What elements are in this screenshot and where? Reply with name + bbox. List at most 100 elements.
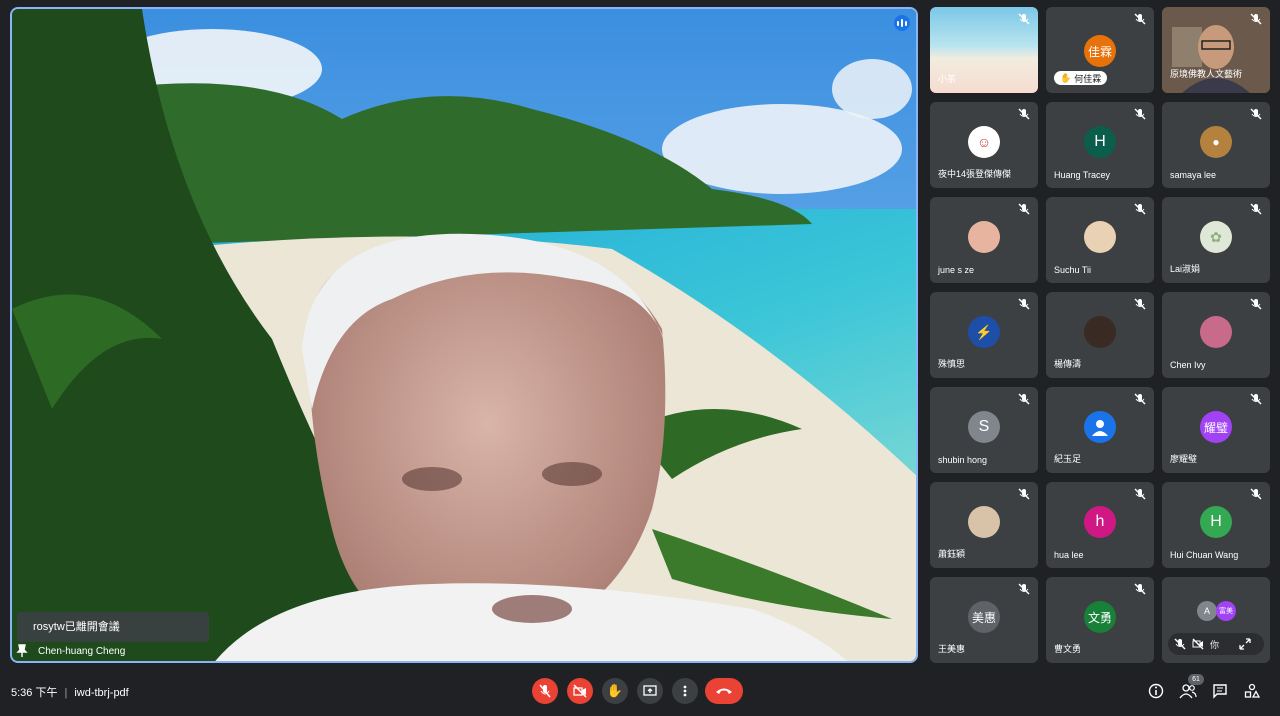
- participant-name: Hui Chuan Wang: [1170, 550, 1239, 560]
- participant-tile[interactable]: 蕭鈺穎: [930, 482, 1038, 568]
- people-icon: [1179, 684, 1197, 699]
- participant-name: june s ze: [938, 265, 975, 275]
- participant-tile[interactable]: Suchu Tii: [1046, 197, 1154, 283]
- participant-name: 殊慎思: [938, 359, 966, 369]
- participant-tile[interactable]: 耀璧 廖耀璧: [1162, 387, 1270, 473]
- participant-name: 夜中14張登傑傳傑: [938, 169, 1012, 179]
- expand-icon[interactable]: [1239, 638, 1251, 650]
- participant-avatar: 佳霖: [1084, 35, 1116, 67]
- participant-tile[interactable]: 文勇 曹文勇: [1046, 577, 1154, 663]
- bottom-control-bar: 5:36 下午 | iwd-tbrj-pdf ✋ 61: [0, 666, 1280, 716]
- present-icon: [643, 685, 657, 696]
- hang-up-icon: [716, 688, 732, 694]
- participant-avatar: ✿: [1200, 221, 1232, 253]
- mic-off-icon: [1018, 583, 1030, 595]
- mic-off-icon: [1018, 13, 1030, 25]
- mic-off-icon: [1018, 108, 1030, 120]
- mic-off-icon: [1250, 488, 1262, 500]
- participant-avatar: H: [1200, 506, 1232, 538]
- participant-tile[interactable]: h hua lee: [1046, 482, 1154, 568]
- activities-button[interactable]: [1243, 682, 1261, 700]
- participant-tile[interactable]: Chen Ivy: [1162, 292, 1270, 378]
- mic-off-icon: [1018, 203, 1030, 215]
- mic-off-icon: [1018, 298, 1030, 310]
- mic-off-icon: [1134, 203, 1146, 215]
- main-speaker-label: Chen-huang Cheng: [16, 642, 125, 660]
- participant-tile[interactable]: june s ze: [930, 197, 1038, 283]
- participant-avatar: [968, 221, 1000, 253]
- person-icon: [1084, 411, 1116, 443]
- participant-tile[interactable]: 小茶: [930, 7, 1038, 93]
- mic-off-icon: [1250, 393, 1262, 405]
- mic-off-icon: [1018, 393, 1030, 405]
- mic-off-icon: [1134, 583, 1146, 595]
- participant-name: hua lee: [1054, 550, 1084, 560]
- mic-off-icon: [1134, 13, 1146, 25]
- pin-icon[interactable]: [16, 644, 28, 658]
- participant-tile[interactable]: ✿ Lai淑娟: [1162, 197, 1270, 283]
- mic-off-icon: [1250, 108, 1262, 120]
- meeting-code: iwd-tbrj-pdf: [74, 687, 129, 699]
- participant-avatar: [1084, 221, 1116, 253]
- participant-name: 紀玉足: [1054, 454, 1082, 464]
- participant-count-badge: 61: [1188, 674, 1204, 685]
- participant-tile[interactable]: H Hui Chuan Wang: [1162, 482, 1270, 568]
- participant-avatar: h: [1084, 506, 1116, 538]
- mic-off-icon: [1018, 488, 1030, 500]
- mic-off-icon[interactable]: [1174, 638, 1186, 650]
- meeting-details-button[interactable]: [1147, 682, 1165, 700]
- participant-tile[interactable]: 美惠 王美惠: [930, 577, 1038, 663]
- main-speaker-name: Chen-huang Cheng: [38, 645, 126, 657]
- present-screen-button[interactable]: [637, 678, 663, 704]
- chat-icon: [1213, 684, 1227, 699]
- participant-name: 廖耀璧: [1170, 454, 1198, 464]
- participant-tile[interactable]: S shubin hong: [930, 387, 1038, 473]
- you-label: 你: [1210, 639, 1220, 650]
- leave-call-button[interactable]: [705, 678, 743, 704]
- participant-tile[interactable]: H Huang Tracey: [1046, 102, 1154, 188]
- participant-name: 蕭鈺穎: [938, 549, 966, 559]
- self-tile[interactable]: A 富美 你: [1162, 577, 1270, 663]
- participant-tile[interactable]: 楊傳濤: [1046, 292, 1154, 378]
- participant-name: 原境佛教人文藝術: [1170, 69, 1243, 79]
- participant-avatar: ⚡: [968, 316, 1000, 348]
- chat-button[interactable]: [1211, 682, 1229, 700]
- raise-hand-button[interactable]: ✋: [602, 678, 628, 704]
- mic-toggle-button[interactable]: [532, 678, 558, 704]
- left-meeting-notification: rosytw已離開會議: [17, 612, 209, 642]
- participant-tile[interactable]: ⚡ 殊慎思: [930, 292, 1038, 378]
- participant-tile[interactable]: 原境佛教人文藝術: [1162, 7, 1270, 93]
- raised-hand-chip: ✋ 何佳霖: [1054, 71, 1108, 85]
- participant-avatar: ●: [1200, 126, 1232, 158]
- more-vert-icon: [683, 685, 687, 697]
- participant-avatar: [1200, 316, 1232, 348]
- mic-off-icon: [1250, 298, 1262, 310]
- participant-name: 小茶: [938, 74, 957, 84]
- participant-name: 王美惠: [938, 644, 966, 654]
- info-icon: [1148, 683, 1164, 699]
- activities-icon: [1244, 683, 1260, 698]
- mic-off-icon: [1134, 108, 1146, 120]
- more-options-button[interactable]: [672, 678, 698, 704]
- camera-off-icon: [573, 684, 587, 698]
- participant-name: Suchu Tii: [1054, 265, 1092, 275]
- speaking-indicator-icon: [894, 15, 910, 31]
- participant-tile[interactable]: ● samaya lee: [1162, 102, 1270, 188]
- participant-avatar: H: [1084, 126, 1116, 158]
- mic-off-icon: [1134, 488, 1146, 500]
- participant-tile[interactable]: ☺ 夜中14張登傑傳傑: [930, 102, 1038, 188]
- camera-toggle-button[interactable]: [567, 678, 593, 704]
- hand-icon: ✋: [1060, 72, 1072, 83]
- self-tile-controls: 你: [1168, 633, 1264, 655]
- participant-avatar: S: [968, 411, 1000, 443]
- participant-name: 楊傳濤: [1054, 359, 1082, 369]
- main-speaker-tile[interactable]: rosytw已離開會議 Chen-huang Cheng: [10, 7, 918, 663]
- participant-tile[interactable]: 紀玉足: [1046, 387, 1154, 473]
- mic-off-icon: [1134, 393, 1146, 405]
- participant-avatar: ☺: [968, 126, 1000, 158]
- hand-icon: ✋: [606, 683, 624, 698]
- participant-avatar: 耀璧: [1200, 411, 1232, 443]
- camera-off-icon[interactable]: [1192, 638, 1204, 650]
- mic-off-icon: [1134, 298, 1146, 310]
- participant-tile[interactable]: 佳霖 ✋ 何佳霖: [1046, 7, 1154, 93]
